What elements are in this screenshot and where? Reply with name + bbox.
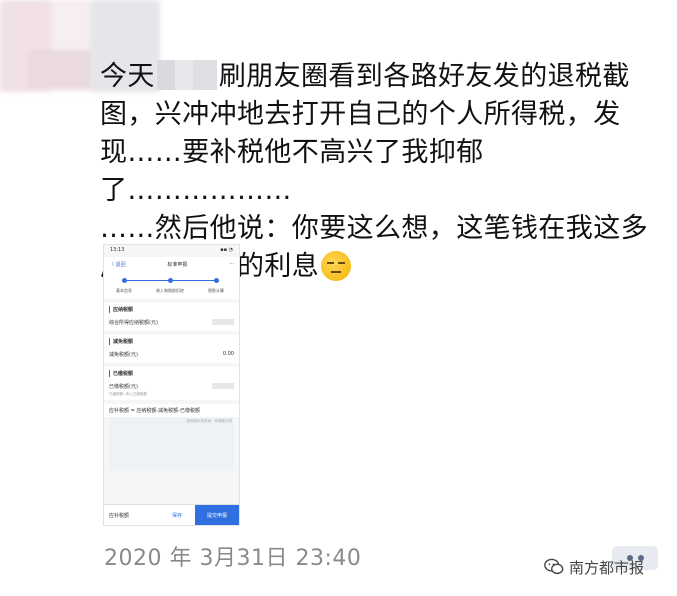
phone-nav-title: 标准申报 [167,261,188,268]
phone-save-button: 保存 [171,512,182,519]
phone-status-bar: 13:13 ▪▪ ◔ [104,245,239,257]
step-dot [214,278,219,283]
watermark: 南方都市报 [543,556,644,578]
phone-status-time: 13:13 [110,247,125,253]
section-title: 已缴税额 [109,370,234,377]
phone-signal-icon: ▪▪ ◔ [220,247,233,253]
name-mosaic [156,60,217,90]
sweat-smile-emoji-icon [321,251,352,281]
phone-bottom-bar: 应补税额 保存 提交申报 [104,504,239,525]
phone-section-paid: 已缴税额 已缴税额(元) 已缴税额=收入已缴税额 [104,367,239,400]
value-mosaic [212,319,234,325]
post-line4: ……然后他说：你要这么想，这笔钱在我这多 [100,213,648,244]
bottom-left: 应补税额 [109,512,130,519]
post-line1-prefix: 今天 [100,61,155,92]
phone-section-payable: 应纳税额 综合所得应纳税额(元) [104,303,239,331]
phone-back-button: 〈 退回 [109,261,126,268]
row-label: 综合所得应纳税额(元) [109,320,158,326]
post-line1-suffix: 刷朋友圈看到各路好友发的退税截 [218,61,630,92]
phone-steps: 基本信息 收入和税前扣除 税款计算 [104,271,239,299]
phone-formula: 应补税额 = 应纳税额-减免税额-已缴税额 [104,404,239,417]
step-label: 收入和税前扣除 [156,288,184,293]
wechat-logo-icon [544,558,564,575]
row-label: 已缴税额(元) [109,384,138,390]
post-line3: 现……要补税他不高兴了我抑郁了……………… [100,137,484,206]
section-title: 应纳税额 [109,306,234,313]
post-line2: 图，兴冲冲地去打开自己的个人所得税，发 [100,99,621,130]
row-value: 0.00 [222,351,234,357]
watermark-text: 南方都市报 [569,558,645,577]
embedded-screenshot[interactable]: 13:13 ▪▪ ◔ 〈 退回 标准申报 ··· 基本信息 收入和税前扣除 税款… [103,244,240,526]
phone-more-icon: ··· [229,261,234,267]
row-label: 减免税额(元) [109,352,138,358]
step-label: 税款计算 [208,288,224,293]
section-title: 减免税额 [109,338,234,345]
phone-hint-area: 如有疑问请咨询，你需要补税 [109,417,234,471]
step-label: 基本信息 [116,288,132,293]
value-mosaic [212,383,234,389]
step-dot [168,278,173,283]
phone-section-reduction: 减免税额 减免税额(元) 0.00 [104,335,239,363]
post-timestamp: 2020 年 3月31日 23:40 [104,546,362,571]
phone-submit-button: 提交申报 [195,505,239,525]
step-dot [122,278,127,283]
row-sub: 已缴税额=收入已缴税额 [109,392,147,396]
phone-nav-bar: 〈 退回 标准申报 ··· [104,257,239,271]
